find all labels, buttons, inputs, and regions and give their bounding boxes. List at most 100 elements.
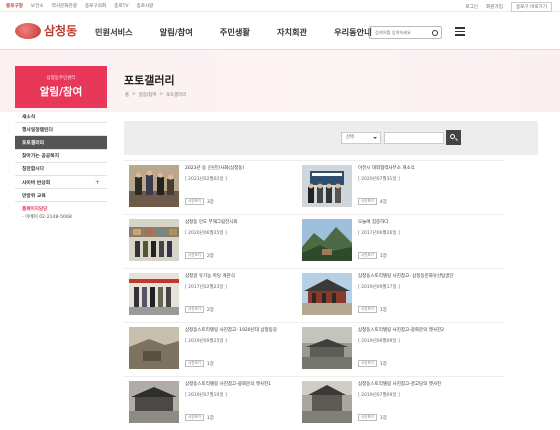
gallery-item[interactable]: 삼청동스토리텔링 사진참고-경고당의 옛사진 [ 2019년07월09일 ] 사… — [297, 376, 504, 430]
sidemenu-label: 칭찬합시다 — [22, 167, 45, 173]
search-button[interactable] — [446, 130, 461, 145]
photo-thumbnail[interactable] — [302, 273, 352, 315]
gallery-item-info: 오늘에 집중하다 [ 2017년06월26일 ] — [358, 220, 498, 236]
utility-bar: 중로구청 보건소 역사문화관광 종로구의회 종로TV 종로사랑 로그인 회원가입… — [0, 0, 560, 12]
view-photo-badge[interactable]: 사진보기 — [185, 306, 204, 313]
sidemenu-item-civil-defense[interactable]: 민방위 교육 — [15, 189, 107, 203]
photo-count: 1장 — [206, 361, 214, 367]
contact-title: 홈페이지담당 — [22, 207, 48, 213]
search-icon[interactable] — [432, 30, 438, 36]
sidemenu-label: 사이버 반상회 — [22, 180, 51, 186]
sidemenu-item-news[interactable]: 새소식 — [15, 110, 107, 124]
logo-text: 삼청동 — [44, 24, 78, 38]
sidemenu-item-welfare[interactable]: 찾아가는 공공복지 — [15, 150, 107, 163]
view-photo-badge[interactable]: 사진보기 — [358, 414, 377, 421]
header-search — [369, 26, 442, 39]
gallery-item[interactable]: 삼청동스토리텔링 사진참고-광화문의 옛사진2 [ 2019년09월09일 ] … — [297, 322, 504, 376]
sidemenu-label: 행사일정캘린더 — [22, 127, 53, 133]
search-input[interactable] — [384, 132, 444, 144]
utility-link[interactable]: 종로사랑 — [137, 3, 154, 9]
gallery-item[interactable]: 이전시 대외협력사무소 개소식 [ 2020년07월31일 ] 사진보기 4장 — [297, 160, 504, 214]
view-photo-badge[interactable]: 사진보기 — [358, 306, 377, 313]
photo-count: 1장 — [379, 307, 387, 313]
gallery-item[interactable]: 오늘에 집중하다 [ 2017년06월26일 ] 사진보기 1장 — [297, 214, 504, 268]
sidemenu-item-cyber-meeting[interactable]: 사이버 반상회 + — [15, 176, 107, 190]
photo-thumbnail[interactable] — [129, 273, 179, 315]
photo-thumbnail[interactable] — [129, 381, 179, 423]
search-select[interactable]: 선택 — [341, 132, 381, 144]
utility-link[interactable]: 중로구청 — [6, 3, 23, 9]
gallery-item-date: [ 2019년07월09일 ] — [358, 392, 400, 398]
photo-thumbnail[interactable] — [129, 219, 179, 261]
sidemenu-item-praise[interactable]: 칭찬합시다 — [15, 163, 107, 176]
utility-link[interactable]: 역사문화관광 — [52, 3, 77, 9]
sidemenu-label: 찾아가는 공공복지 — [22, 154, 59, 160]
page-title: 포토갤러리 — [124, 74, 175, 87]
gallery-item-info: 삼청동스토리텔링 사진참고-광화문의 옛사진2 [ 2019년09월09일 ] — [358, 328, 498, 344]
photo-thumbnail[interactable] — [302, 165, 352, 207]
photo-thumbnail[interactable] — [129, 165, 179, 207]
view-photo-badge[interactable]: 사진보기 — [185, 198, 204, 205]
sidemenu-item-calendar[interactable]: 행사일정캘린더 — [15, 123, 107, 137]
nav-item[interactable]: 알림/참여 — [160, 26, 193, 38]
gallery-item-meta: 사진보기 3장 — [185, 198, 214, 205]
contact-info: 홈페이지담당 - 이메이 02-2148-5068 — [15, 202, 107, 224]
sidemenu-item-photo-gallery[interactable]: 포토갤러리 — [15, 136, 107, 150]
gallery-item-title[interactable]: 삼청동스토리텔링 사진참고-경고당의 옛사진 — [358, 382, 498, 389]
menu-icon[interactable] — [455, 27, 465, 36]
gallery-item-info: 이전시 대외협력사무소 개소식 [ 2020년07월31일 ] — [358, 166, 498, 182]
view-photo-badge[interactable]: 사진보기 — [185, 414, 204, 421]
login-link[interactable]: 로그인 — [465, 4, 478, 10]
signup-link[interactable]: 회원가입 — [486, 4, 503, 10]
expand-plus-icon[interactable]: + — [95, 179, 100, 186]
gallery-item[interactable]: 삼청동스토리텔링 사진참고- 삼청동문화유산탐골단 [ 2019년09월17일 … — [297, 268, 504, 322]
photo-thumbnail[interactable] — [302, 327, 352, 369]
logo-mark-icon — [15, 22, 41, 39]
utility-right: 로그인 회원가입 종로구 바로가기 — [465, 2, 552, 12]
utility-link[interactable]: 보건소 — [31, 3, 44, 9]
section-title: 알림/참여 — [39, 86, 83, 98]
view-photo-badge[interactable]: 사진보기 — [185, 360, 204, 367]
photo-thumbnail[interactable] — [129, 327, 179, 369]
nav-item[interactable]: 민원서비스 — [95, 26, 133, 38]
gallery-item-title[interactable]: 오늘에 집중하다 — [358, 220, 498, 227]
gallery-item-info: 삼청동스토리텔링 사진참고- 삼청동문화유산탐골단 [ 2019년09월17일 … — [358, 274, 498, 290]
view-photo-badge[interactable]: 사진보기 — [358, 252, 377, 259]
section-sub: 삼청동주민센터 — [46, 76, 76, 81]
gallery-item-date: [ 2019년09월09일 ] — [358, 338, 400, 344]
photo-count: 2장 — [206, 307, 214, 313]
nav-item[interactable]: 주민생활 — [220, 26, 250, 38]
gallery-item-title[interactable]: 삼청동스토리텔링 사진참고- 삼청동문화유산탐골단 — [358, 274, 498, 281]
gallery-item-date: [ 2019년09월17일 ] — [358, 284, 400, 290]
view-photo-badge[interactable]: 사진보기 — [358, 198, 377, 205]
gallery-item-date: [ 2020년07월31일 ] — [358, 176, 400, 182]
gallery-item-meta: 사진보기 1장 — [358, 360, 387, 367]
photo-thumbnail[interactable] — [302, 381, 352, 423]
view-photo-badge[interactable]: 사진보기 — [185, 252, 204, 259]
gallery-item-title[interactable]: 삼청동스토리텔링 사진참고-광화문의 옛사진2 — [358, 328, 498, 335]
main-nav: 민원서비스 알림/참여 주민생활 자치회관 우리동안내 — [95, 26, 372, 38]
gallery-item-info: 삼청동스토리텔링 사진참고-경고당의 옛사진 [ 2019년07월09일 ] — [358, 382, 498, 398]
utility-link[interactable]: 종로TV — [114, 3, 128, 9]
nav-item[interactable]: 자치회관 — [277, 26, 307, 38]
utility-link[interactable]: 종로구의회 — [85, 3, 106, 9]
breadcrumb-item[interactable]: 알림/참여 — [139, 92, 157, 98]
breadcrumb-current: 포토갤러리 — [166, 93, 187, 98]
view-photo-badge[interactable]: 사진보기 — [358, 360, 377, 367]
gallery-item-title[interactable]: 이전시 대외협력사무소 개소식 — [358, 166, 498, 173]
photo-thumbnail[interactable] — [302, 219, 352, 261]
gallery-item-meta: 사진보기 1장 — [358, 306, 387, 313]
site-shortcut-dropdown[interactable]: 종로구 바로가기 — [510, 2, 552, 12]
header-search-input[interactable] — [370, 27, 430, 38]
gallery-item-meta: 사진보기 1장 — [358, 414, 387, 421]
gallery-item-meta: 사진보기 2장 — [185, 306, 214, 313]
breadcrumb-home[interactable]: 홈 — [125, 92, 129, 98]
nav-item[interactable]: 우리동안내 — [334, 26, 372, 38]
logo[interactable]: 삼청동 — [15, 22, 77, 39]
header: 삼청동 민원서비스 알림/참여 주민생활 자치회관 우리동안내 — [0, 12, 560, 50]
gallery-item-meta: 사진보기 4장 — [358, 198, 387, 205]
gallery-search-bar: 선택 — [124, 121, 538, 155]
photo-count: 1장 — [379, 415, 387, 421]
sidemenu-label: 새소식 — [22, 114, 36, 120]
gallery-item-date: [ 2017년06월26일 ] — [358, 230, 400, 236]
